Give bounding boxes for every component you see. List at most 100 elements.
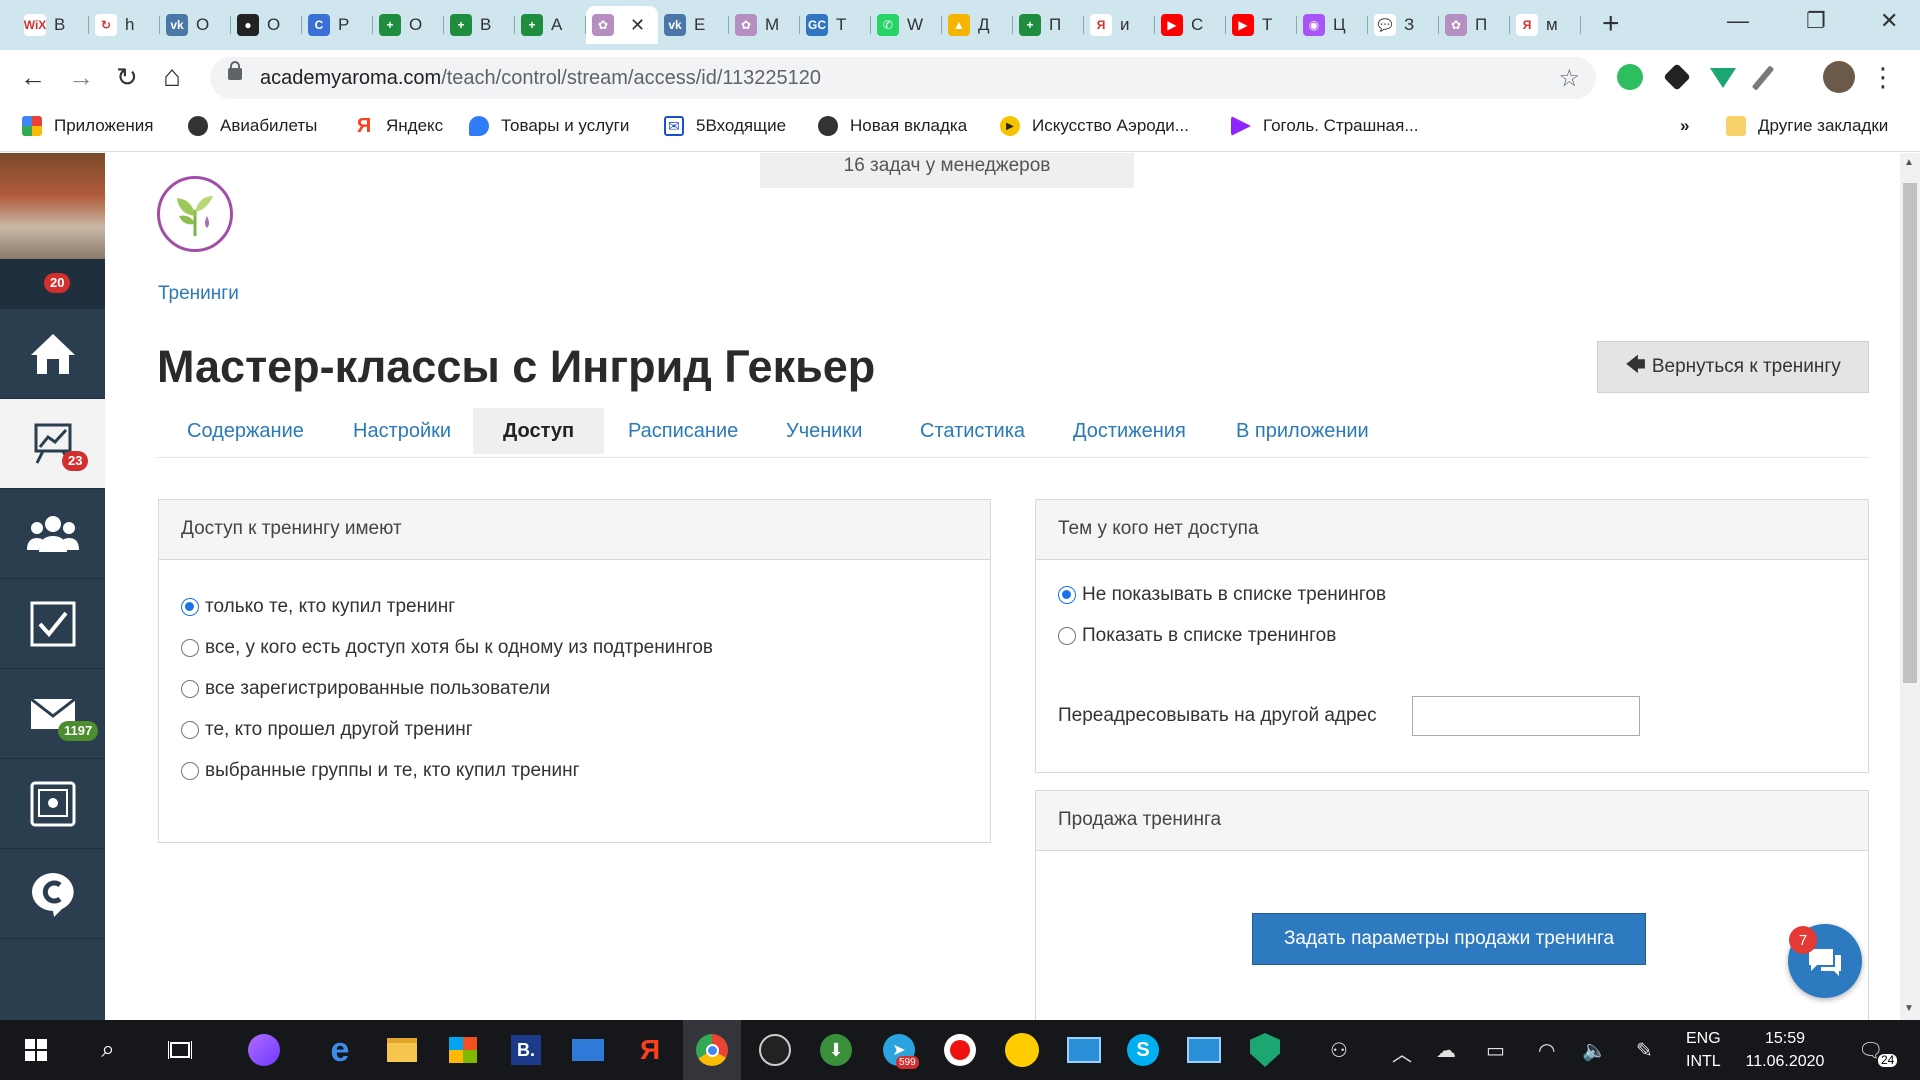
browser-tab[interactable]: + A (515, 6, 586, 44)
sidebar-item-training[interactable]: 23 (0, 399, 105, 489)
browser-tab[interactable]: ▶ C (1155, 6, 1226, 44)
windows-start-icon[interactable] (16, 1030, 56, 1070)
language-indicator[interactable]: ENG INTL (1686, 1027, 1721, 1073)
sidebar-item-home[interactable] (0, 309, 105, 399)
browser-tab[interactable]: ● O (231, 6, 302, 44)
browser-tab[interactable]: vk E (658, 6, 729, 44)
tab-content[interactable]: Содержание (157, 408, 334, 454)
wifi-icon[interactable]: ◠ (1538, 1038, 1555, 1063)
tab-access[interactable]: Доступ (473, 408, 605, 454)
onedrive-cloud-icon[interactable]: ☁ (1436, 1038, 1456, 1063)
pen-icon[interactable]: ✎ (1636, 1038, 1653, 1063)
bookmark-yandex[interactable]: Я Яндекс (354, 115, 443, 137)
tray-expand-chevron-icon[interactable]: ︿ (1392, 1038, 1412, 1067)
browser-tab[interactable]: ✆ W (871, 6, 942, 44)
bookmark-aviabilety[interactable]: Авиабилеты (188, 116, 317, 136)
radio-button[interactable] (181, 762, 199, 780)
battery-icon[interactable]: ▭ (1486, 1038, 1505, 1063)
user-photo-avatar[interactable] (0, 153, 105, 259)
sidebar-item-chat[interactable] (0, 849, 105, 939)
close-window-button[interactable]: ✕ (1880, 8, 1898, 34)
bookmark-gogol[interactable]: Гоголь. Страшная... (1231, 116, 1418, 136)
bookmark-inbox[interactable]: ✉ 5Входящие (664, 116, 786, 136)
lock-icon[interactable] (228, 61, 242, 80)
notifications-item[interactable]: 20 (0, 259, 105, 309)
browser-tab[interactable]: ▶ T (1226, 6, 1297, 44)
browser-tab[interactable]: Яи (1084, 6, 1155, 44)
minimize-button[interactable]: — (1727, 8, 1749, 34)
page-scrollbar[interactable]: ▲ ▼ (1900, 153, 1920, 1020)
tab-statistics[interactable]: Статистика (890, 408, 1055, 454)
breadcrumb[interactable]: Тренинги (158, 283, 239, 305)
browser-tab[interactable]: GC T (800, 6, 871, 44)
academy-logo[interactable] (157, 176, 233, 252)
vpn-extension-icon[interactable] (1710, 68, 1736, 88)
browser-tab[interactable]: + B (444, 6, 515, 44)
screen-recorder-icon[interactable] (940, 1030, 980, 1070)
system-clock[interactable]: 15:59 11.06.2020 (1740, 1027, 1830, 1073)
radio-button[interactable] (1058, 586, 1076, 604)
bookmark-tovary[interactable]: Товары и услуги (469, 116, 629, 136)
browser-tab[interactable]: CP (302, 6, 373, 44)
sidebar-item-settings[interactable] (0, 759, 105, 849)
sidebar-item-users[interactable] (0, 489, 105, 579)
browser-tab[interactable]: vk O (160, 6, 231, 44)
volume-icon[interactable]: 🔈 (1582, 1038, 1607, 1063)
forward-arrow-icon[interactable]: → (68, 62, 94, 92)
tab-achievements[interactable]: Достижения (1043, 408, 1216, 454)
address-bar[interactable]: academyaroma.com/teach/control/stream/ac… (210, 57, 1596, 99)
radio-button[interactable] (181, 721, 199, 739)
emoji-pro-icon[interactable] (1002, 1030, 1042, 1070)
tab-schedule[interactable]: Расписание (598, 408, 768, 454)
bookmark-star-icon[interactable]: ☆ (1558, 64, 1580, 93)
browser-tab[interactable]: ✿ M (729, 6, 800, 44)
home-icon[interactable]: ⌂ (163, 62, 181, 92)
vpn-shield-icon[interactable] (1245, 1030, 1285, 1070)
back-to-training-button[interactable]: 🡄 Вернуться к тренингу (1597, 341, 1869, 393)
sidebar-item-tasks[interactable] (0, 579, 105, 669)
tasks-banner[interactable]: 16 задач у менеджеров (760, 153, 1134, 188)
browser-tab[interactable]: Ям (1510, 6, 1581, 44)
scroll-thumb[interactable] (1903, 183, 1917, 683)
browser-tab[interactable]: ▲ Д (942, 6, 1013, 44)
bookmarks-more-button[interactable]: » (1680, 116, 1689, 136)
file-explorer-icon[interactable] (382, 1030, 422, 1070)
back-arrow-icon[interactable]: ← (20, 62, 46, 92)
browser-tab[interactable]: ↻ h (89, 6, 160, 44)
url-text[interactable]: academyaroma.com/teach/control/stream/ac… (260, 67, 821, 90)
radio-option[interactable]: Не показывать в списке тренингов (1058, 584, 1386, 606)
browser-tab[interactable]: 💬 З (1368, 6, 1439, 44)
remote-desktop-2-icon[interactable] (1184, 1030, 1224, 1070)
bookmark-aerodi[interactable]: ▶ Искусство Аэроди... (1000, 116, 1189, 136)
skype-icon[interactable]: S (1123, 1030, 1163, 1070)
cube-extension-icon[interactable] (1663, 63, 1691, 91)
reload-icon[interactable]: ↻ (116, 62, 138, 92)
download-manager-icon[interactable]: ⬇ (816, 1030, 856, 1070)
task-view-icon[interactable] (160, 1030, 200, 1070)
restore-button[interactable]: ❐ (1806, 8, 1826, 34)
tab-students[interactable]: Ученики (756, 408, 892, 454)
evernote-extension-icon[interactable] (1617, 64, 1643, 90)
store-icon[interactable] (443, 1030, 483, 1070)
profile-avatar[interactable] (1823, 61, 1855, 93)
tab-settings[interactable]: Настройки (323, 408, 481, 454)
edge-browser-icon[interactable]: e (320, 1030, 360, 1070)
radio-button[interactable] (181, 680, 199, 698)
scroll-up-arrow-icon[interactable]: ▲ (1904, 157, 1914, 168)
menu-kebab-icon[interactable]: ⋮ (1870, 62, 1896, 92)
radio-option[interactable]: Показать в списке тренингов (1058, 625, 1336, 647)
radio-option[interactable]: все, у кого есть доступ хотя бы к одному… (181, 637, 713, 659)
radio-option[interactable]: все зарегистрированные пользователи (181, 678, 550, 700)
sidebar-item-mail[interactable]: 1197 (0, 669, 105, 759)
close-tab-icon[interactable]: ✕ (630, 15, 645, 36)
obs-icon[interactable] (755, 1030, 795, 1070)
tab-in-app[interactable]: В приложении (1206, 408, 1399, 454)
browser-tab[interactable]: + O (373, 6, 444, 44)
radio-button[interactable] (1058, 627, 1076, 645)
mail-icon[interactable] (568, 1030, 608, 1070)
browser-tab[interactable]: ✿ ✕ (586, 6, 658, 44)
radio-button[interactable] (181, 598, 199, 616)
alice-icon[interactable] (244, 1030, 284, 1070)
browser-tab[interactable]: ✿ П (1439, 6, 1510, 44)
set-sale-params-button[interactable]: Задать параметры продажи тренинга (1252, 913, 1646, 965)
